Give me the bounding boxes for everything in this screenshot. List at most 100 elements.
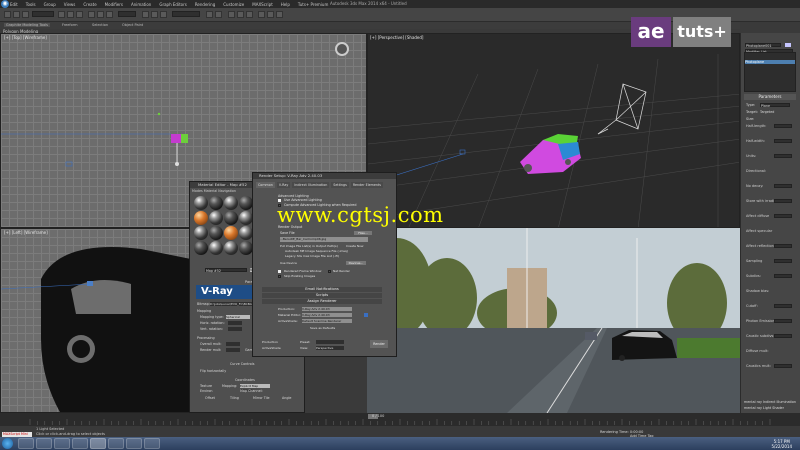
command-panel-spinner[interactable] <box>774 364 792 368</box>
render-mult-spinner[interactable] <box>226 348 240 352</box>
viewcube-nav-icon[interactable] <box>335 42 349 56</box>
ie-icon[interactable] <box>18 438 34 449</box>
rendered-frame-window-checkbox[interactable] <box>278 270 281 273</box>
material-sample-slot[interactable] <box>209 196 223 210</box>
taskbar-clock[interactable]: 5:17 PM 5/22/2014 <box>771 439 792 449</box>
mapping-dropdown[interactable]: Explicit Map Channel <box>240 384 270 392</box>
targeted-checkbox[interactable]: Targeted <box>760 110 774 114</box>
select-by-name-icon[interactable] <box>67 11 74 18</box>
autodesk-me-radio[interactable]: Autodesk ME Image Sequence File (.imsq) <box>285 249 348 253</box>
mapping-type-dropdown[interactable]: Spherical <box>226 315 250 319</box>
scale-icon[interactable] <box>106 11 113 18</box>
texture-radio[interactable]: Texture <box>200 384 212 388</box>
curve-editor-icon[interactable] <box>228 11 235 18</box>
production-renderer-field[interactable]: V-Ray Adv 2.40.03 <box>302 307 352 311</box>
rendered-frame-icon[interactable] <box>267 11 274 18</box>
menu-graph-editors[interactable]: Graph Editors <box>159 2 186 7</box>
named-selection-dropdown[interactable] <box>172 11 200 17</box>
menu-tuts-premium[interactable]: Tuts+ Premium <box>298 2 328 7</box>
chrome-icon[interactable] <box>72 438 88 449</box>
align-icon[interactable] <box>215 11 222 18</box>
scripts-rollout[interactable]: Scripts <box>262 293 382 298</box>
snap-icon[interactable] <box>142 11 149 18</box>
material-sample-slot[interactable] <box>224 241 238 255</box>
menu-tools[interactable]: Tools <box>26 2 36 7</box>
use-advanced-lighting-checkbox[interactable] <box>278 199 281 202</box>
activeshade-renderer-field[interactable]: Default Scanline Renderer <box>302 319 352 323</box>
move-icon[interactable] <box>88 11 95 18</box>
material-editor-icon[interactable] <box>246 11 253 18</box>
tab-freeform[interactable]: Freeform <box>62 23 78 27</box>
command-panel-spinner[interactable] <box>774 184 792 188</box>
material-sample-slot[interactable] <box>194 211 208 225</box>
map-name-field[interactable]: Map #52 <box>205 268 247 273</box>
vert-rotation-spinner[interactable] <box>228 327 242 331</box>
menu-views[interactable]: Views <box>64 2 76 7</box>
firefox-icon[interactable] <box>126 438 142 449</box>
tab-common[interactable]: Common <box>256 182 275 188</box>
media-icon[interactable] <box>54 438 70 449</box>
schematic-view-icon[interactable] <box>237 11 244 18</box>
skip-existing-checkbox[interactable] <box>278 275 281 278</box>
type-dropdown[interactable]: Plane <box>760 103 790 108</box>
command-panel-spinner[interactable] <box>774 154 792 158</box>
redo-icon[interactable] <box>13 11 20 18</box>
angle-snap-icon[interactable] <box>151 11 158 18</box>
tab-settings[interactable]: Settings <box>331 182 349 188</box>
menu-modes[interactable]: Modes <box>192 189 203 193</box>
viewport-left[interactable]: [+] [Left] [Wireframe] <box>0 228 190 413</box>
command-panel-spinner[interactable] <box>774 139 792 143</box>
select-object-icon[interactable] <box>58 11 65 18</box>
material-sample-slot[interactable] <box>194 241 208 255</box>
modifier-stack[interactable] <box>744 52 796 92</box>
material-sample-slot[interactable] <box>209 226 223 240</box>
tab-indirect-illumination[interactable]: Indirect Illumination <box>292 182 330 188</box>
command-panel-spinner[interactable] <box>774 304 792 308</box>
coordinates-header[interactable]: Coordinates <box>235 378 255 382</box>
menu-modifiers[interactable]: Modifiers <box>105 2 123 7</box>
command-panel-spinner[interactable] <box>774 319 792 323</box>
menu-edit[interactable]: Edit <box>10 2 18 7</box>
command-panel-spinner[interactable] <box>774 244 792 248</box>
files-button[interactable]: Files... <box>354 231 372 235</box>
rectangle-select-icon[interactable] <box>76 11 83 18</box>
3ds-max-logo-icon[interactable]: ◉ <box>1 0 9 8</box>
use-device-checkbox[interactable]: Use Device <box>280 261 297 265</box>
photoshop-icon[interactable] <box>108 438 124 449</box>
flip-horizontally-checkbox[interactable]: Flip horizontally <box>200 369 226 373</box>
menu-create[interactable]: Create <box>83 2 96 7</box>
command-panel-spinner[interactable] <box>774 334 792 338</box>
production-mode-dropdown[interactable]: Production <box>262 340 278 344</box>
environ-radio[interactable]: Environ <box>200 389 212 393</box>
material-sample-slot[interactable] <box>209 211 223 225</box>
3dsmax-icon[interactable] <box>90 438 106 449</box>
percent-snap-icon[interactable] <box>160 11 167 18</box>
lock-icon[interactable] <box>364 313 368 317</box>
horiz-rotation-spinner[interactable] <box>228 321 242 325</box>
command-panel-spinner[interactable] <box>774 259 792 263</box>
material-sample-slot[interactable] <box>239 211 253 225</box>
material-sample-slot[interactable] <box>239 196 253 210</box>
tab-render-elements[interactable]: Render Elements <box>350 182 383 188</box>
menu-rendering[interactable]: Rendering <box>195 2 215 7</box>
menu-material[interactable]: Material <box>204 189 217 193</box>
save-file-checkbox[interactable]: Save File <box>280 231 295 235</box>
save-as-defaults-button[interactable]: Save as Defaults <box>310 326 335 330</box>
tab-selection[interactable]: Selection <box>92 23 108 27</box>
menu-customize[interactable]: Customize <box>223 2 244 7</box>
menu-animation[interactable]: Animation <box>131 2 151 7</box>
put-image-file-list-checkbox[interactable]: Put Image File List(s) in Output Path(s) <box>280 244 338 248</box>
command-panel-spinner[interactable] <box>774 214 792 218</box>
menu-help[interactable]: Help <box>281 2 290 7</box>
parameters-rollout[interactable]: Parameters <box>744 94 796 100</box>
folder-icon[interactable] <box>36 438 52 449</box>
material-sample-slot[interactable] <box>194 226 208 240</box>
undo-icon[interactable] <box>4 11 11 18</box>
command-panel-spinner[interactable] <box>774 199 792 203</box>
mental-ray-gi-rollout[interactable]: mental ray Indirect Illumination <box>744 400 796 404</box>
devices-button[interactable]: Devices... <box>346 261 366 265</box>
material-editor-renderer-field[interactable]: V-Ray Adv 2.40.03 <box>302 313 352 317</box>
create-now-button[interactable]: Create Now <box>346 244 363 248</box>
menu-group[interactable]: Group <box>44 2 56 7</box>
curve-controls-header[interactable]: Curve Controls <box>230 362 254 366</box>
